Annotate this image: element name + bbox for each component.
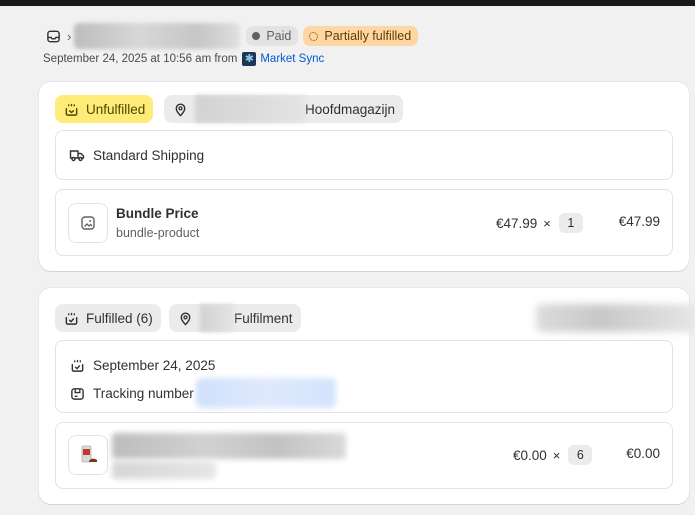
product-sku-redacted <box>112 461 216 479</box>
fulfilment-location-chip: Fulfilment <box>169 304 301 332</box>
shipping-box: Standard Shipping <box>55 130 673 180</box>
unit-price: €47.99 × 1 <box>496 213 583 233</box>
unfulfilled-card: Unfulfilled Hoofdmagazijn Standard Shipp… <box>39 82 689 271</box>
source-link[interactable]: Market Sync <box>260 53 324 65</box>
partially-fulfilled-badge: Partially fulfilled <box>303 26 419 46</box>
quantity-badge: 1 <box>558 213 583 233</box>
product-thumbnail[interactable] <box>68 435 108 475</box>
location-chip: Hoofdmagazijn <box>164 95 404 123</box>
unit-price: €0.00 × 6 <box>513 445 593 465</box>
image-placeholder-icon <box>81 216 95 230</box>
tracking-row: Tracking number <box>69 378 336 408</box>
quantity-badge: 6 <box>568 445 593 465</box>
order-number-redacted <box>74 23 241 49</box>
product-sku: bundle-product <box>116 226 200 240</box>
top-bar <box>0 0 695 6</box>
order-meta: September 24, 2025 at 10:56 am from ✱ Ma… <box>43 52 325 66</box>
market-sync-icon: ✱ <box>242 52 257 66</box>
location-redacted <box>200 304 234 332</box>
tracking-number-link[interactable] <box>195 378 336 408</box>
chevron-right-icon[interactable]: › <box>67 29 71 44</box>
fulfillment-details-box: September 24, 2025 Tracking number <box>55 340 673 413</box>
fulfilled-icon <box>63 310 79 326</box>
line-total: €47.99 <box>618 214 660 229</box>
paid-badge: Paid <box>246 26 299 46</box>
shipping-row: Standard Shipping <box>69 147 204 163</box>
product-name[interactable]: Bundle Price <box>116 206 199 221</box>
truck-icon <box>69 147 85 163</box>
fulfilled-line-item: €0.00 × 6 €0.00 <box>55 422 673 489</box>
product-image-icon <box>81 445 97 463</box>
unfulfilled-icon <box>63 101 79 117</box>
partial-circle-icon <box>309 31 319 41</box>
location-pin-icon <box>177 310 193 326</box>
fulfilled-icon <box>69 357 85 373</box>
fulfilled-status-badge: Fulfilled (6) <box>55 304 161 332</box>
location-redacted <box>195 95 305 123</box>
line-total: €0.00 <box>626 446 660 461</box>
fulfillment-date-row: September 24, 2025 <box>69 357 215 373</box>
package-icon <box>69 385 85 401</box>
product-name-redacted <box>112 433 346 459</box>
tracking-redacted <box>536 304 695 332</box>
unfulfilled-status-badge: Unfulfilled <box>55 95 154 123</box>
product-thumbnail[interactable] <box>68 203 108 243</box>
paid-dot-icon <box>252 32 261 40</box>
order-header: › Paid Partially fulfilled <box>45 23 423 49</box>
location-pin-icon <box>172 101 188 117</box>
fulfilled-card: Fulfilled (6) Fulfilment September 24, 2… <box>39 288 695 504</box>
order-icon <box>45 28 61 44</box>
line-item: Bundle Price bundle-product €47.99 × 1 €… <box>55 189 673 256</box>
